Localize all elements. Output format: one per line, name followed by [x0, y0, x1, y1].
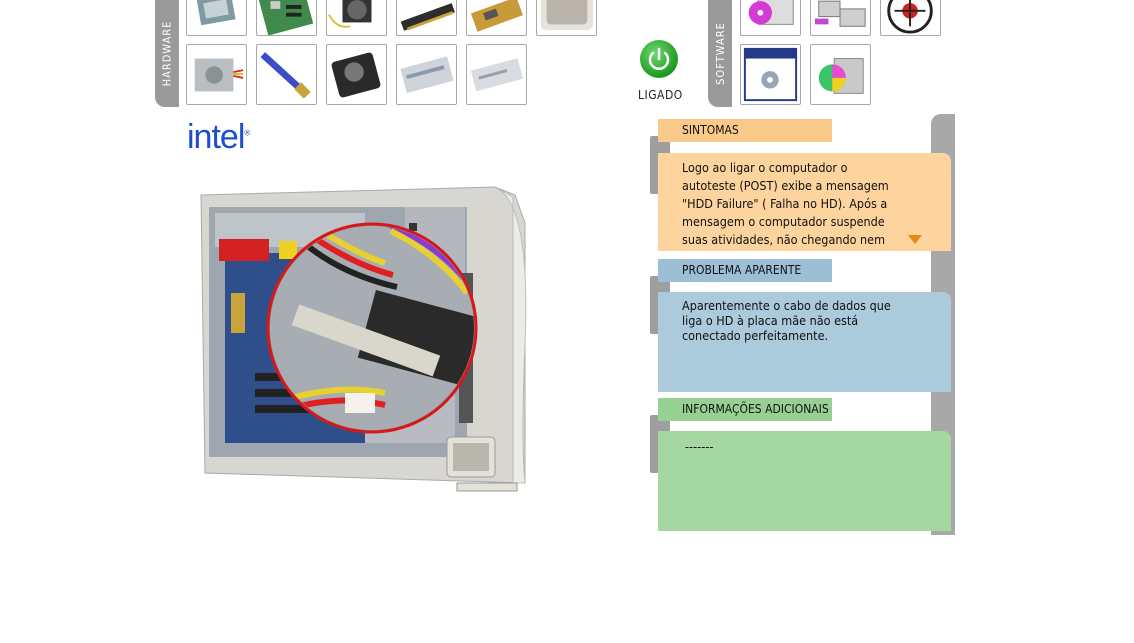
cpu-cooler-icon[interactable]	[326, 0, 387, 36]
informacoes-header: INFORMAÇÕES ADICIONAIS	[658, 398, 832, 421]
monitor-icon[interactable]	[536, 0, 597, 36]
cpu-icon[interactable]	[186, 0, 247, 36]
virus-bug-icon[interactable]	[880, 0, 941, 36]
problema-header: PROBLEMA APARENTE	[658, 259, 832, 282]
sintomas-header: SINTOMAS	[658, 119, 832, 142]
informacoes-text: -------	[658, 431, 951, 531]
sintomas-title: SINTOMAS	[682, 123, 739, 137]
hard-disk-icon[interactable]	[326, 44, 387, 105]
intel-logo: intel®	[187, 118, 250, 156]
open-pc-case-image	[200, 186, 527, 492]
software-tab[interactable]: SOFTWARE	[708, 0, 732, 107]
software-cd-monitor-icon[interactable]	[740, 0, 801, 36]
hardware-tab-label: HARDWARE	[160, 20, 174, 87]
motherboard-icon[interactable]	[256, 0, 317, 36]
power-status-label: LIGADO	[638, 88, 683, 102]
problema-text: Aparentemente o cabo de dados que liga o…	[658, 292, 951, 392]
expansion-card-icon[interactable]	[466, 0, 527, 36]
hardware-tab[interactable]: HARDWARE	[155, 0, 179, 107]
ide-cable-icon[interactable]	[256, 44, 317, 105]
problema-title: PROBLEMA APARENTE	[682, 263, 802, 277]
power-supply-icon[interactable]	[186, 44, 247, 105]
install-box-icon[interactable]	[810, 44, 871, 105]
settings-window-icon[interactable]	[740, 44, 801, 105]
power-button[interactable]	[640, 40, 678, 78]
informacoes-title: INFORMAÇÕES ADICIONAIS	[682, 402, 829, 416]
software-tab-label: SOFTWARE	[713, 22, 727, 85]
floppy-drive-icon[interactable]	[466, 44, 527, 105]
memory-module-icon[interactable]	[396, 0, 457, 36]
cd-rom-drive-icon[interactable]	[396, 44, 457, 105]
network-computers-icon[interactable]	[810, 0, 871, 36]
power-icon	[648, 47, 670, 70]
scroll-down-arrow-icon[interactable]	[908, 235, 922, 244]
